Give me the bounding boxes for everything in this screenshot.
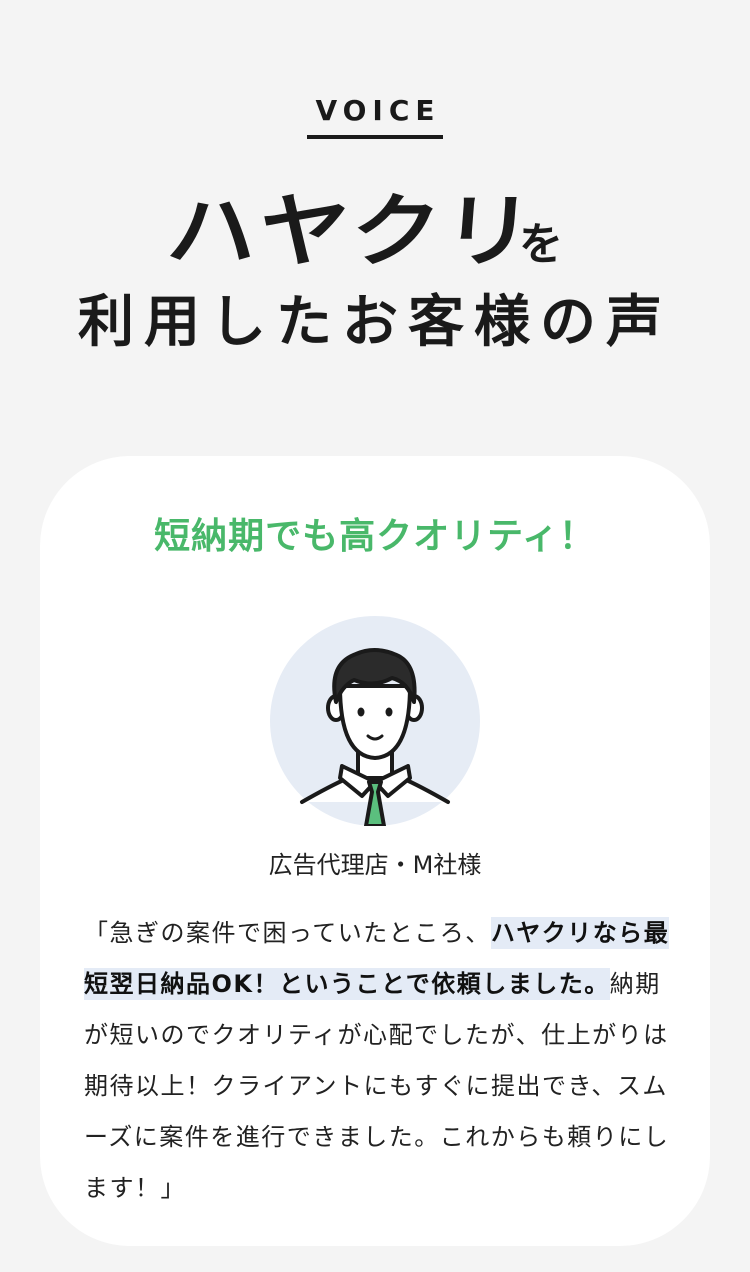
brand-logo-text: ハヤクリ — [163, 185, 539, 278]
testimonial-quote: 「急ぎの案件で困っていたところ、ハヤクリなら最短翌日納品OK！ということで依頼し… — [84, 908, 674, 1214]
testimonial-card: 短納期でも高クオリティ！ 広告代理店・M社様 「急ぎの案件で困っていたところ、ハ… — [40, 456, 710, 1246]
headline-line1: ハヤクリを — [0, 185, 750, 278]
quote-body: 納期が短いのでクオリティが心配でしたが、仕上がりは期待以上！クライアントにもすぐ… — [84, 970, 670, 1202]
voice-label: VOICE — [307, 93, 443, 139]
section-label: VOICE — [0, 93, 750, 139]
headline-line2: 利用したお客様の声 — [78, 290, 672, 355]
page-title: ハヤクリを 利用したお客様の声 — [0, 185, 750, 358]
businessman-avatar-icon — [270, 616, 480, 828]
quote-opening: 「急ぎの案件で困っていたところ、 — [84, 919, 491, 947]
customer-name: 広告代理店・M社様 — [268, 851, 482, 879]
testimonial-title: 短納期でも高クオリティ！ — [154, 516, 596, 557]
